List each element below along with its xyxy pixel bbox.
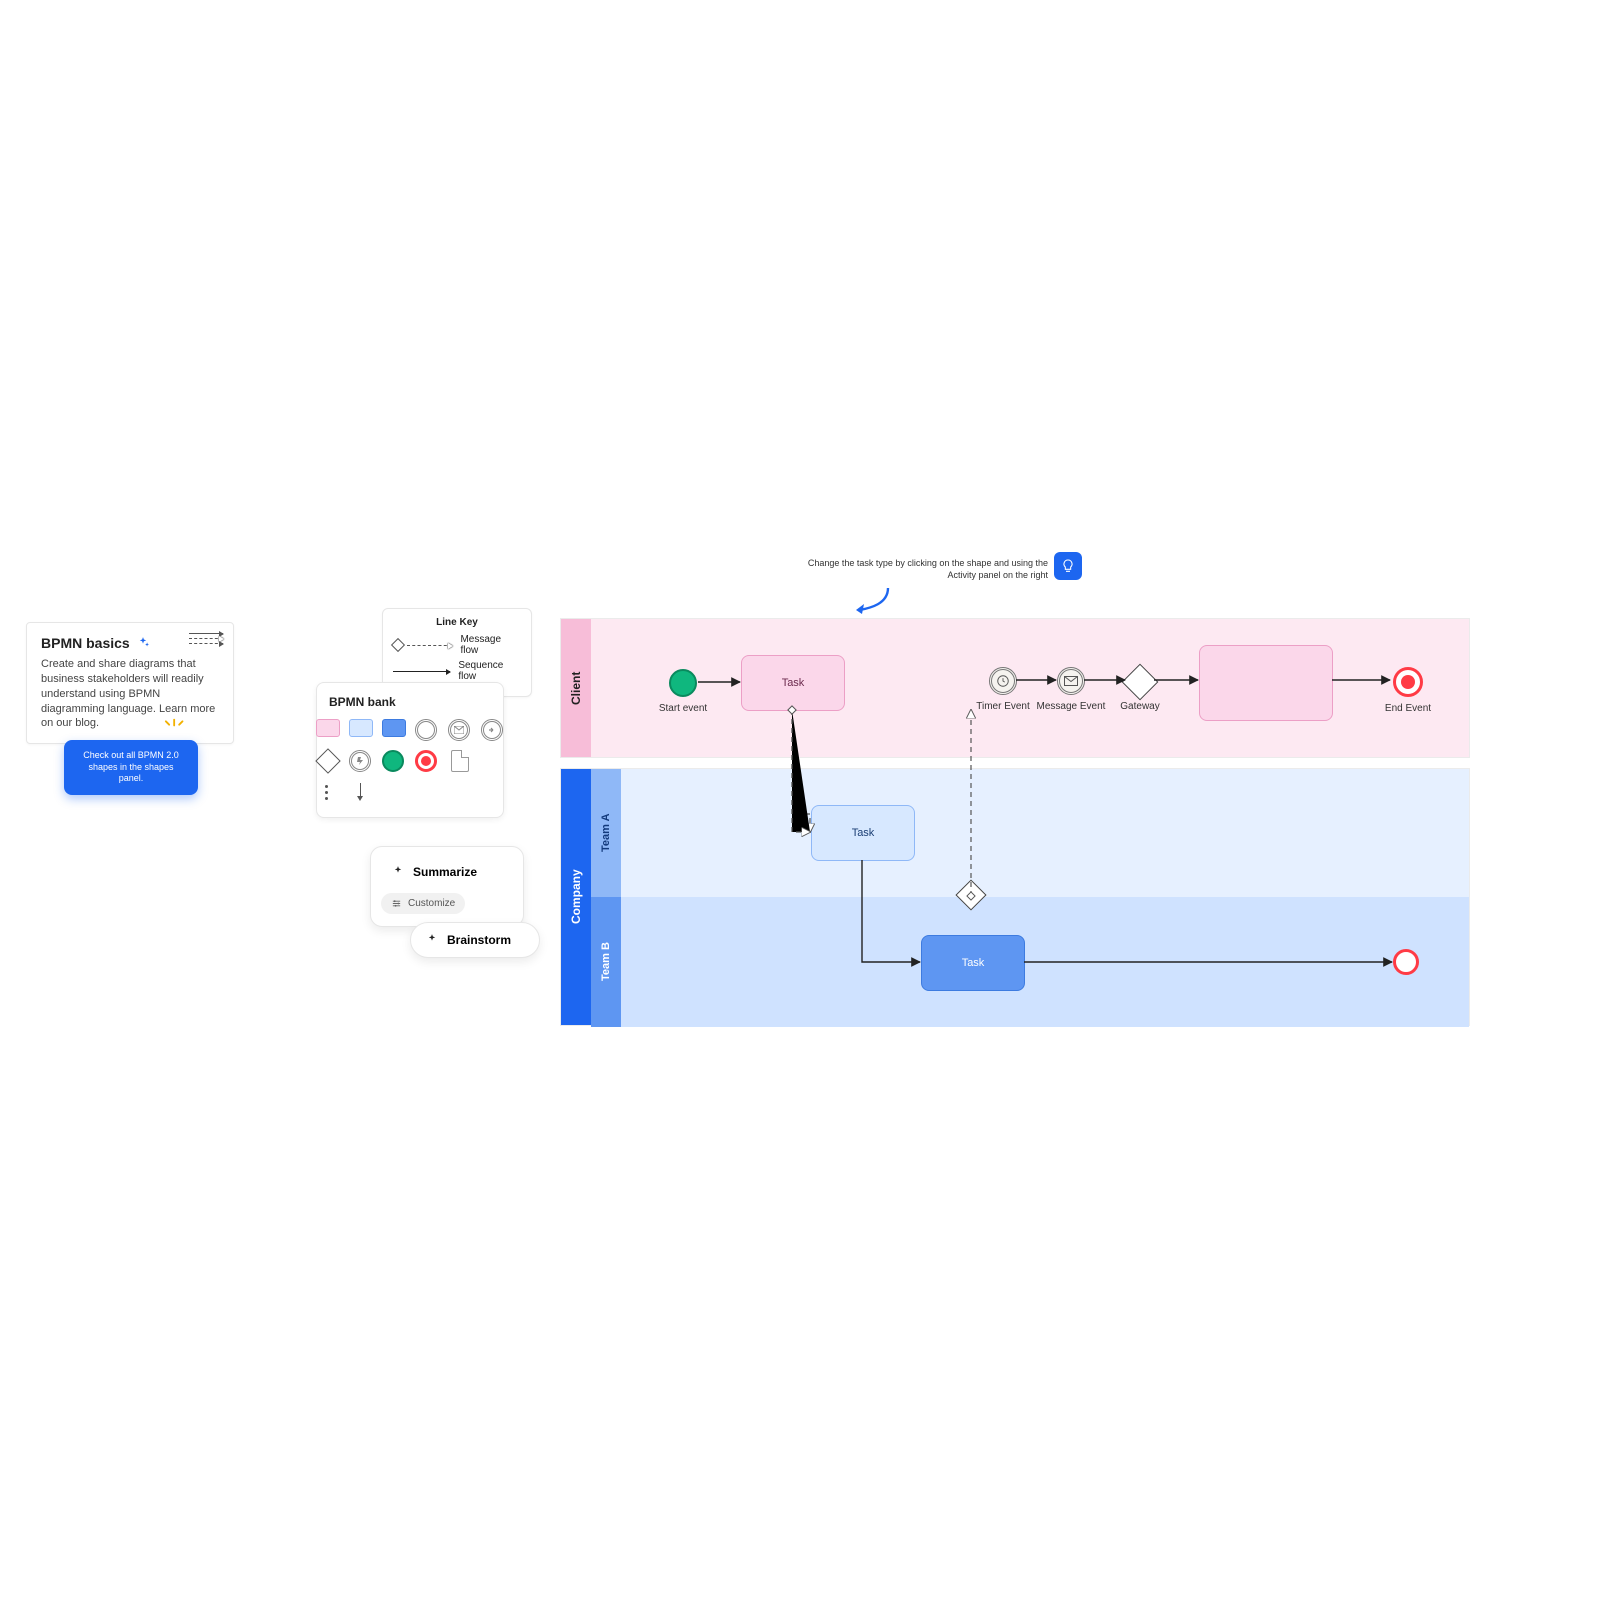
sequence-flow-label: Sequence flow — [458, 660, 521, 682]
client-pool-header: Client — [561, 619, 591, 757]
end-event-label: End Event — [1373, 703, 1443, 714]
tip-lightbulb-icon — [1054, 552, 1082, 580]
brainstorm-button-wrap: Brainstorm — [410, 922, 540, 958]
decorative-sparkle-icon — [162, 718, 188, 741]
company-pool[interactable]: Company Team A Task Team B Task — [560, 768, 1470, 1026]
solid-arrow-icon — [189, 633, 223, 634]
lane-team-a[interactable]: Team A Task — [591, 769, 1469, 897]
sparkle-icon — [425, 933, 439, 947]
swatch-blue[interactable] — [382, 719, 406, 737]
bpmn-basics-card: BPMN basics Create and share diagrams th… — [26, 622, 234, 744]
tip-text: Change the task type by clicking on the … — [788, 558, 1048, 581]
timer-event[interactable] — [989, 667, 1017, 695]
bpmn-bank-title: BPMN bank — [329, 695, 491, 709]
start-event[interactable] — [669, 669, 697, 697]
bank-intermediate-event-icon[interactable] — [415, 719, 437, 741]
diamond-icon — [391, 638, 405, 652]
customize-chip[interactable]: Customize — [381, 893, 465, 914]
end-event-team-b[interactable] — [1393, 949, 1419, 975]
message-flow-label: Message flow — [460, 634, 521, 656]
team-a-task[interactable]: Task — [811, 805, 915, 861]
swatch-pink[interactable] — [316, 719, 340, 737]
bank-start-event-icon[interactable] — [382, 750, 404, 772]
bank-more-icon[interactable] — [316, 781, 338, 803]
team-b-task[interactable]: Task — [921, 935, 1025, 991]
summarize-label: Summarize — [413, 865, 477, 879]
bank-signal-event-icon[interactable] — [349, 750, 371, 772]
bank-link-event-icon[interactable] — [481, 719, 503, 741]
sparkle-icon — [136, 636, 150, 650]
info-title-text: BPMN basics — [41, 635, 130, 651]
brainstorm-button[interactable]: Brainstorm — [411, 923, 539, 957]
line-key-title: Line Key — [393, 617, 521, 628]
dashed-arrow-icon — [189, 643, 223, 644]
timer-event-label: Timer Event — [968, 701, 1038, 712]
line-key-sequence-flow: Sequence flow — [393, 660, 521, 682]
customize-label: Customize — [408, 898, 455, 909]
client-pool[interactable]: Client Start event Task Timer Event Mess… — [560, 618, 1470, 758]
bank-message-event-icon[interactable] — [448, 719, 470, 741]
ai-actions-group: Summarize Customize — [370, 846, 524, 927]
swatch-lightblue[interactable] — [349, 719, 373, 737]
end-event[interactable] — [1393, 667, 1423, 697]
client-task-2[interactable] — [1199, 645, 1333, 721]
info-flow-legend — [189, 633, 223, 644]
shapes-panel-cta[interactable]: Check out all BPMN 2.0 shapes in the sha… — [64, 740, 198, 795]
lane-team-a-header: Team A — [591, 769, 621, 897]
gateway-label: Gateway — [1105, 701, 1175, 712]
bank-gateway-icon[interactable] — [316, 750, 340, 772]
brainstorm-label: Brainstorm — [447, 933, 511, 947]
gateway[interactable] — [1122, 664, 1159, 701]
bank-arrow-down-icon[interactable] — [349, 781, 371, 803]
lane-team-b[interactable]: Team B Task — [591, 897, 1469, 1027]
task-label: Task — [962, 957, 985, 969]
summarize-button[interactable]: Summarize — [381, 857, 513, 887]
line-key-message-flow: Message flow — [393, 634, 521, 656]
sliders-icon — [391, 898, 402, 909]
task-label: Task — [782, 677, 805, 689]
client-task-1[interactable]: Task — [741, 655, 845, 711]
sparkle-icon — [391, 865, 405, 879]
bank-document-icon[interactable] — [448, 750, 472, 772]
message-event-label: Message Event — [1036, 701, 1106, 712]
start-event-label: Start event — [648, 703, 718, 714]
company-pool-header: Company — [561, 769, 591, 1025]
bpmn-bank-card: BPMN bank — [316, 682, 504, 818]
info-description: Create and share diagrams that business … — [41, 657, 219, 731]
lane-team-b-header: Team B — [591, 897, 621, 1027]
bank-end-event-icon[interactable] — [415, 750, 437, 772]
dashed-open-arrow-icon — [189, 638, 223, 639]
message-event[interactable] — [1057, 667, 1085, 695]
task-label: Task — [852, 827, 875, 839]
